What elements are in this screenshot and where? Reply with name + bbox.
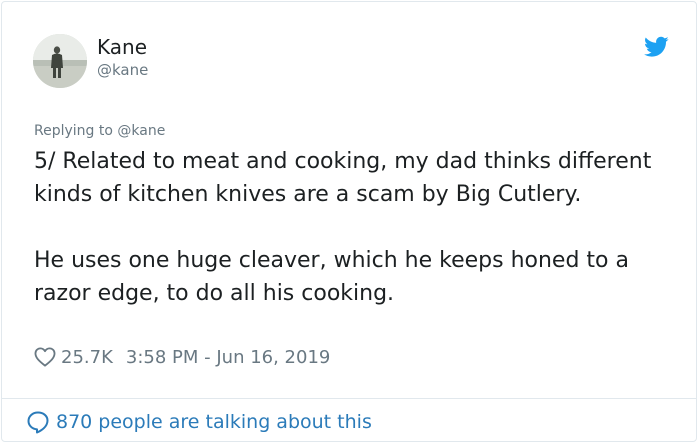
- tweet-card: Kane @kane Replying to @kane 5/ Related …: [1, 1, 697, 442]
- twitter-bird-icon[interactable]: [644, 36, 669, 58]
- avatar[interactable]: [33, 34, 87, 88]
- tweet-paragraph-2: He uses one huge cleaver, which he keeps…: [34, 248, 629, 306]
- like-count[interactable]: 25.7K: [61, 347, 113, 368]
- avatar-image: [33, 34, 87, 88]
- talking-about-link[interactable]: 870 people are talking about this: [26, 408, 372, 436]
- heart-icon[interactable]: [34, 347, 56, 367]
- replying-to[interactable]: Replying to @kane: [34, 122, 165, 140]
- talking-about-text[interactable]: 870 people are talking about this: [56, 411, 372, 433]
- divider: [2, 398, 696, 399]
- tweet-text: 5/ Related to meat and cooking, my dad t…: [34, 145, 674, 310]
- display-name[interactable]: Kane: [97, 35, 147, 59]
- tweet-paragraph-1: 5/ Related to meat and cooking, my dad t…: [34, 149, 652, 207]
- speech-bubble-icon: [27, 411, 49, 434]
- user-handle[interactable]: @kane: [97, 61, 148, 79]
- tweet-meta: 25.7K 3:58 PM - Jun 16, 2019: [34, 345, 330, 369]
- tweet-timestamp[interactable]: 3:58 PM - Jun 16, 2019: [126, 347, 330, 368]
